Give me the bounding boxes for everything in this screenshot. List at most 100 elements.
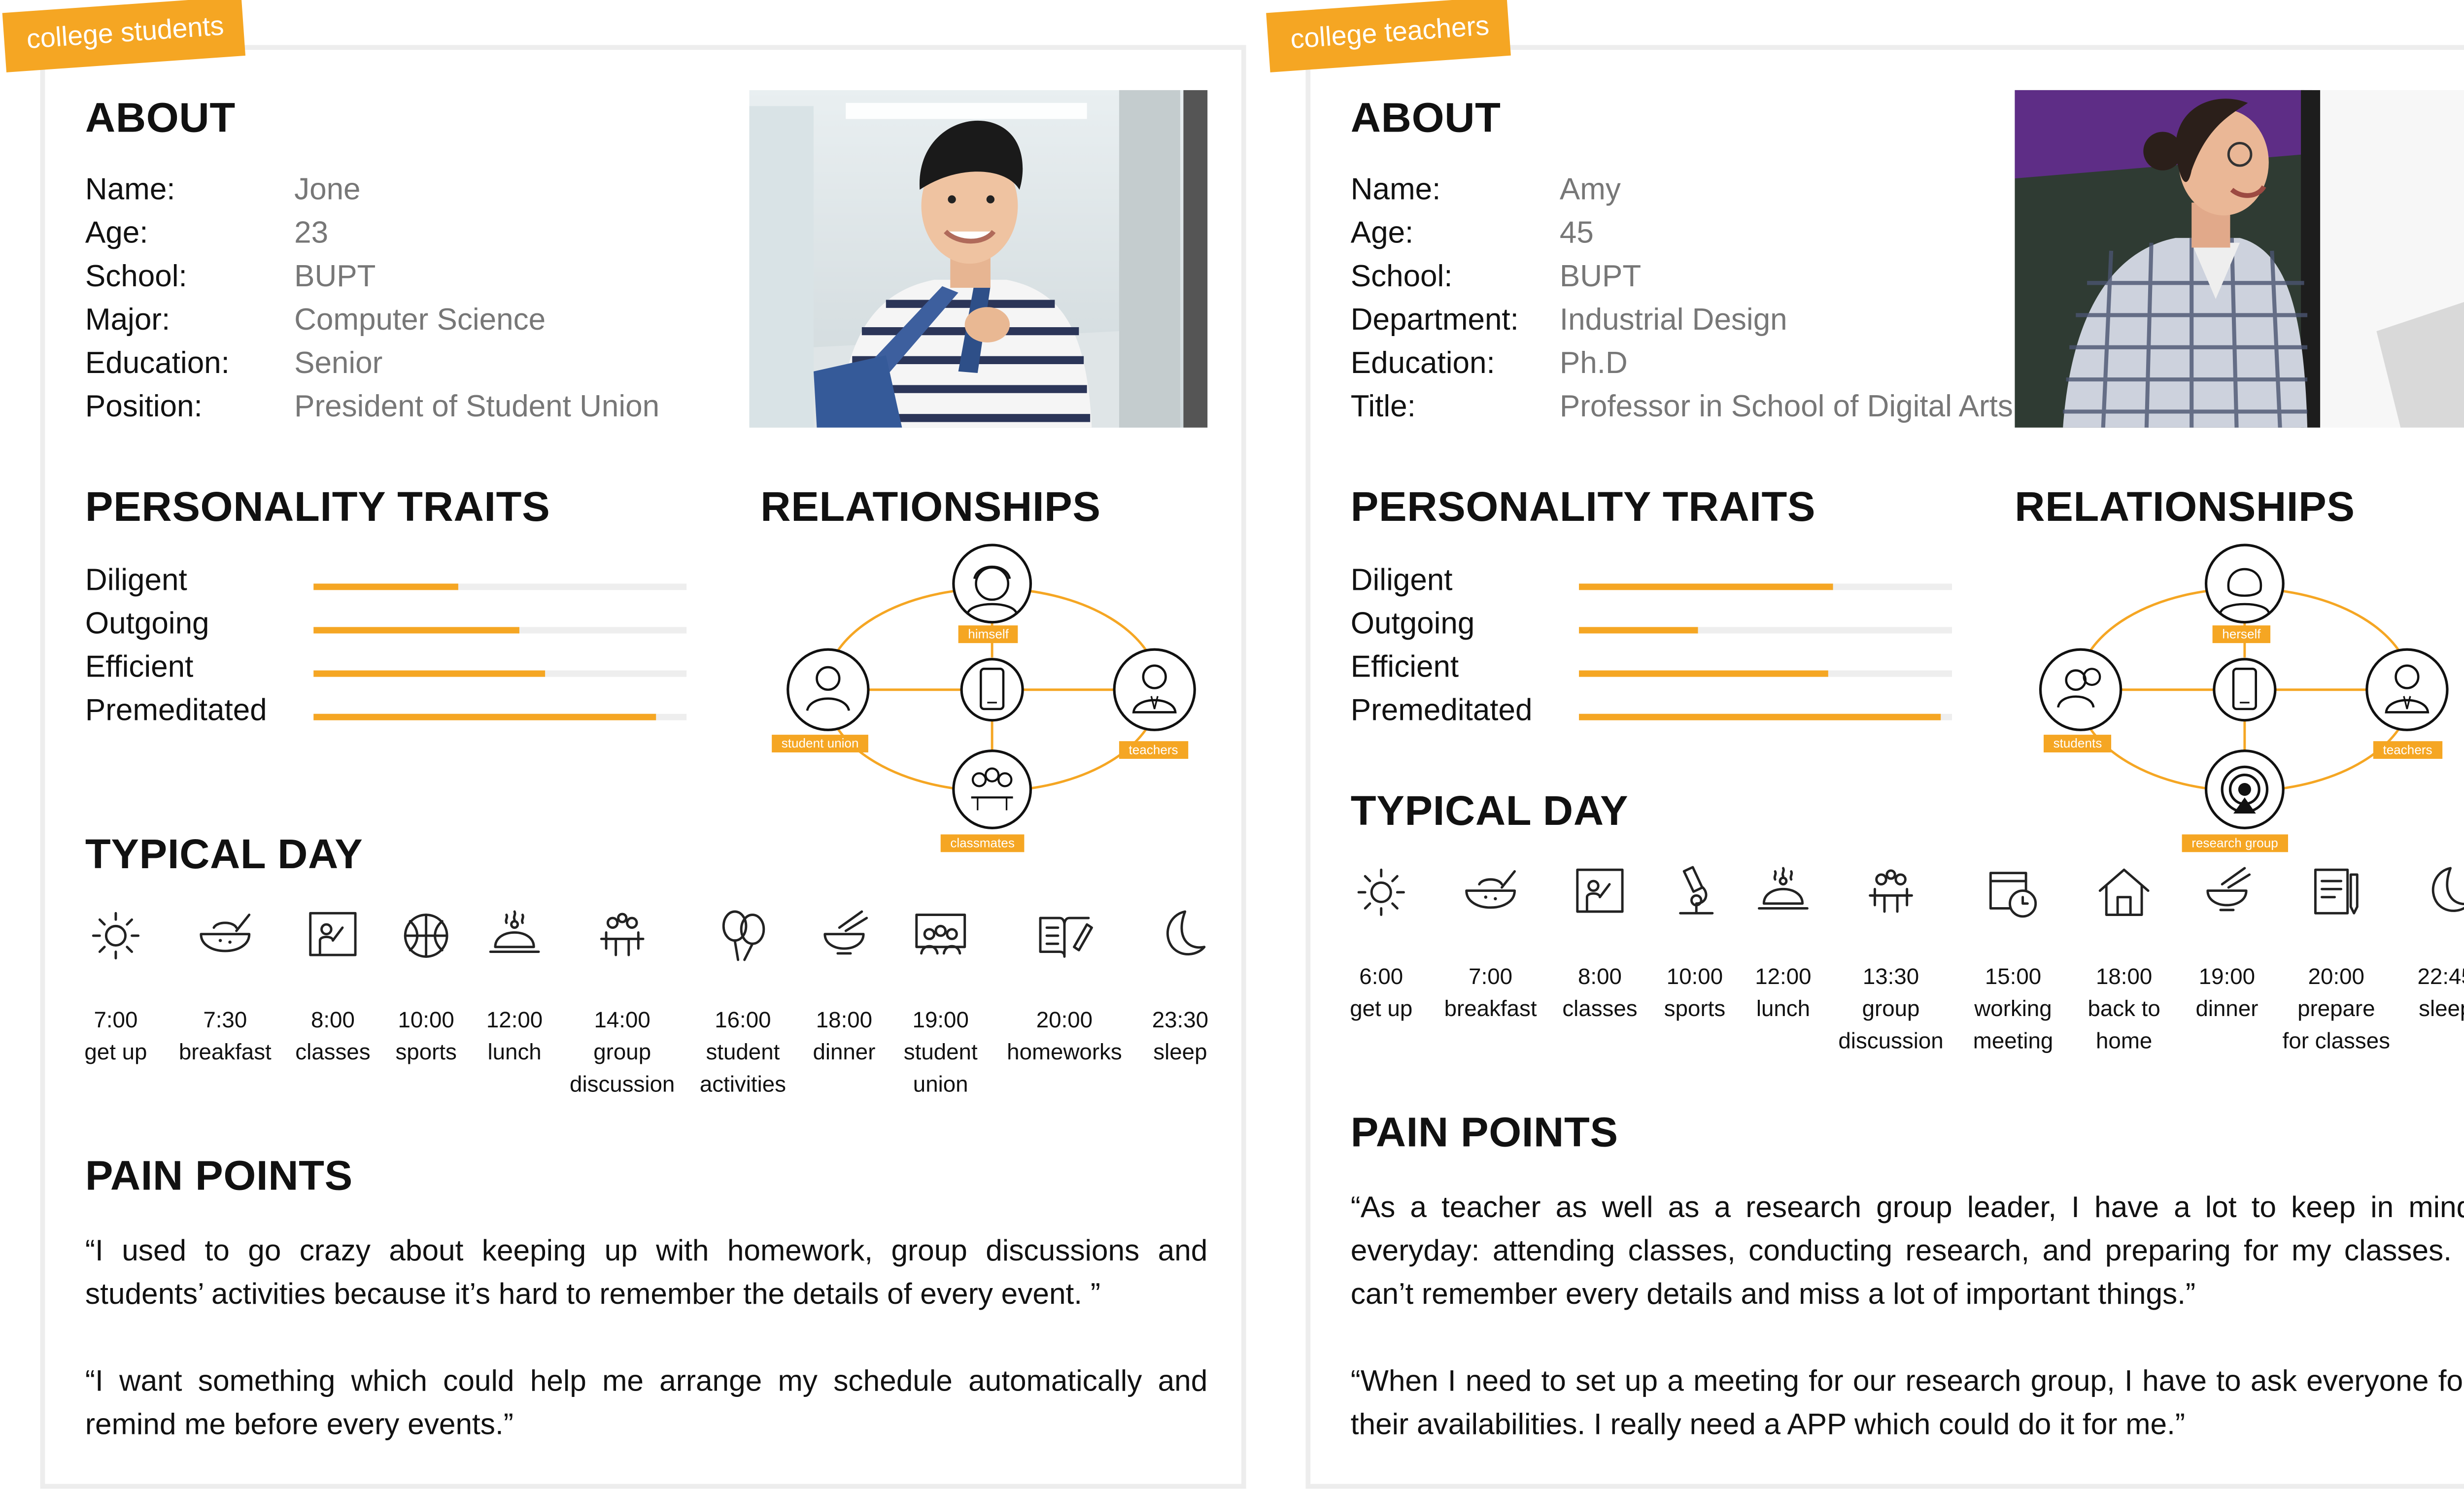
teacher-field-value: Ph.D	[1559, 347, 1628, 381]
presentation-icon	[910, 905, 971, 966]
calendar-clock-icon	[1983, 862, 2044, 923]
day-time: 19:00	[912, 1006, 969, 1032]
student-trait-fill	[313, 713, 657, 720]
day-activity: activities	[699, 1071, 786, 1097]
cloche-icon	[484, 905, 545, 966]
blackboard-icon	[302, 905, 363, 966]
teacher-field-value: Industrial Design	[1559, 304, 1787, 338]
day-time: 23:30	[1152, 1006, 1209, 1032]
bowl-icon	[195, 905, 256, 966]
student-field-value: Computer Science	[294, 304, 546, 338]
student-photo	[749, 90, 1208, 428]
teacher-field-value: Amy	[1559, 173, 1621, 207]
woman-icon	[2204, 543, 2285, 624]
teacher-field-value: 45	[1559, 217, 1594, 251]
teacher-trait-label: Efficient	[1350, 651, 1459, 685]
teacher-pain-heading: PAIN POINTS	[1350, 1108, 1618, 1156]
student-trait-fill	[313, 670, 545, 677]
moon-icon	[2415, 862, 2464, 923]
teacher-quote: “As a teacher as well as a research grou…	[1350, 1189, 2464, 1311]
teacher-field-label: Department:	[1350, 304, 1519, 338]
student-field-value: Senior	[294, 347, 383, 381]
teacher-trait-label: Premeditated	[1350, 694, 1533, 729]
teacher-trait-bar	[1579, 713, 1952, 720]
teacher-field-label: Title:	[1350, 390, 1416, 425]
student-trait-bar	[313, 627, 687, 634]
teacher-trait-label: Diligent	[1350, 564, 1453, 598]
house-icon	[2093, 862, 2155, 923]
student-trait-fill	[313, 583, 459, 590]
broadcast-icon	[2204, 749, 2285, 829]
meeting-icon	[1860, 862, 1921, 923]
day-activity: student	[903, 1038, 978, 1064]
day-activity: sleep	[1153, 1038, 1207, 1064]
noodle-bowl-icon	[2196, 862, 2258, 923]
teacher-traits-heading: PERSONALITY TRAITS	[1350, 482, 1816, 531]
relationship-label-bottom: classmates	[940, 834, 1025, 852]
student-trait-label: Efficient	[85, 651, 194, 685]
teacher-quote: “When I need to set up a meeting for our…	[1350, 1363, 2464, 1441]
teacher-trait-fill	[1579, 627, 1699, 634]
teacher-trait-bar	[1579, 583, 1952, 590]
book-icon	[1034, 905, 1095, 966]
relationship-label-top: himself	[958, 625, 1019, 644]
day-entry: 19:00 student union	[868, 1003, 1013, 1100]
moon-icon	[1150, 905, 1211, 966]
basketball-icon	[396, 905, 457, 966]
teacher-trait-fill	[1579, 713, 1941, 720]
day-activity: home	[2096, 1027, 2153, 1053]
student-field-label: Major:	[85, 304, 171, 338]
teacher-icon	[2365, 648, 2449, 731]
student-field-value: President of Student Union	[294, 390, 660, 425]
phone-icon	[2213, 658, 2277, 722]
meeting-icon	[592, 905, 653, 966]
student-quote: “I used to go crazy about keeping up wit…	[85, 1233, 1208, 1311]
student-field-value: 23	[294, 217, 329, 251]
teacher-trait-label: Outgoing	[1350, 608, 1475, 642]
relationship-label-left: students	[2044, 735, 2112, 752]
student-field-value: BUPT	[294, 260, 376, 295]
student-field-label: Age:	[85, 217, 148, 251]
teacher-about-heading: ABOUT	[1350, 93, 1501, 142]
day-entry: 22:45 sleep	[2373, 960, 2464, 1024]
sun-icon	[1351, 862, 1412, 923]
balloons-icon	[712, 905, 773, 966]
student-trait-label: Diligent	[85, 564, 187, 598]
student-field-label: Education:	[85, 347, 230, 381]
teacher-field-label: Name:	[1350, 173, 1441, 207]
teacher-trait-fill	[1579, 583, 1833, 590]
student-field-label: School:	[85, 260, 187, 295]
teacher-field-value: Professor in School of Digital Arts	[1559, 390, 2013, 425]
teacher-trait-bar	[1579, 670, 1952, 677]
student-field-label: Name:	[85, 173, 175, 207]
student-trait-label: Outgoing	[85, 608, 209, 642]
relationship-label-left: student union	[772, 735, 869, 752]
sun-icon	[85, 905, 146, 966]
boy-face-icon	[952, 543, 1032, 624]
student-quote: “I want something which could help me ar…	[85, 1363, 1208, 1441]
person-badge-icon	[787, 648, 870, 731]
student-about-heading: ABOUT	[85, 93, 236, 142]
student-traits-heading: PERSONALITY TRAITS	[85, 482, 550, 531]
bowl-icon	[1460, 862, 1521, 923]
student-relationship-diagram	[772, 540, 1222, 862]
relationship-label-top: herself	[2212, 625, 2271, 644]
student-trait-fill	[313, 627, 519, 634]
noodle-bowl-icon	[814, 905, 875, 966]
teacher-relationship-diagram	[2024, 540, 2464, 862]
teacher-relationships-heading: RELATIONSHIPS	[2015, 482, 2355, 531]
student-trait-bar	[313, 713, 687, 720]
teacher-field-label: Age:	[1350, 217, 1414, 251]
teacher-trait-bar	[1579, 627, 1952, 634]
microscope-icon	[1664, 862, 1725, 923]
phone-icon	[960, 658, 1024, 722]
teacher-icon	[1113, 648, 1196, 731]
day-entry: 23:30 sleep	[1108, 1003, 1253, 1068]
day-activity: for classes	[2282, 1027, 2390, 1053]
student-relationships-heading: RELATIONSHIPS	[760, 482, 1101, 531]
teacher-trait-fill	[1579, 670, 1829, 677]
teacher-field-label: School:	[1350, 260, 1453, 295]
student-day-heading: TYPICAL DAY	[85, 829, 363, 878]
student-field-label: Position:	[85, 390, 203, 425]
users-icon	[2039, 648, 2122, 731]
